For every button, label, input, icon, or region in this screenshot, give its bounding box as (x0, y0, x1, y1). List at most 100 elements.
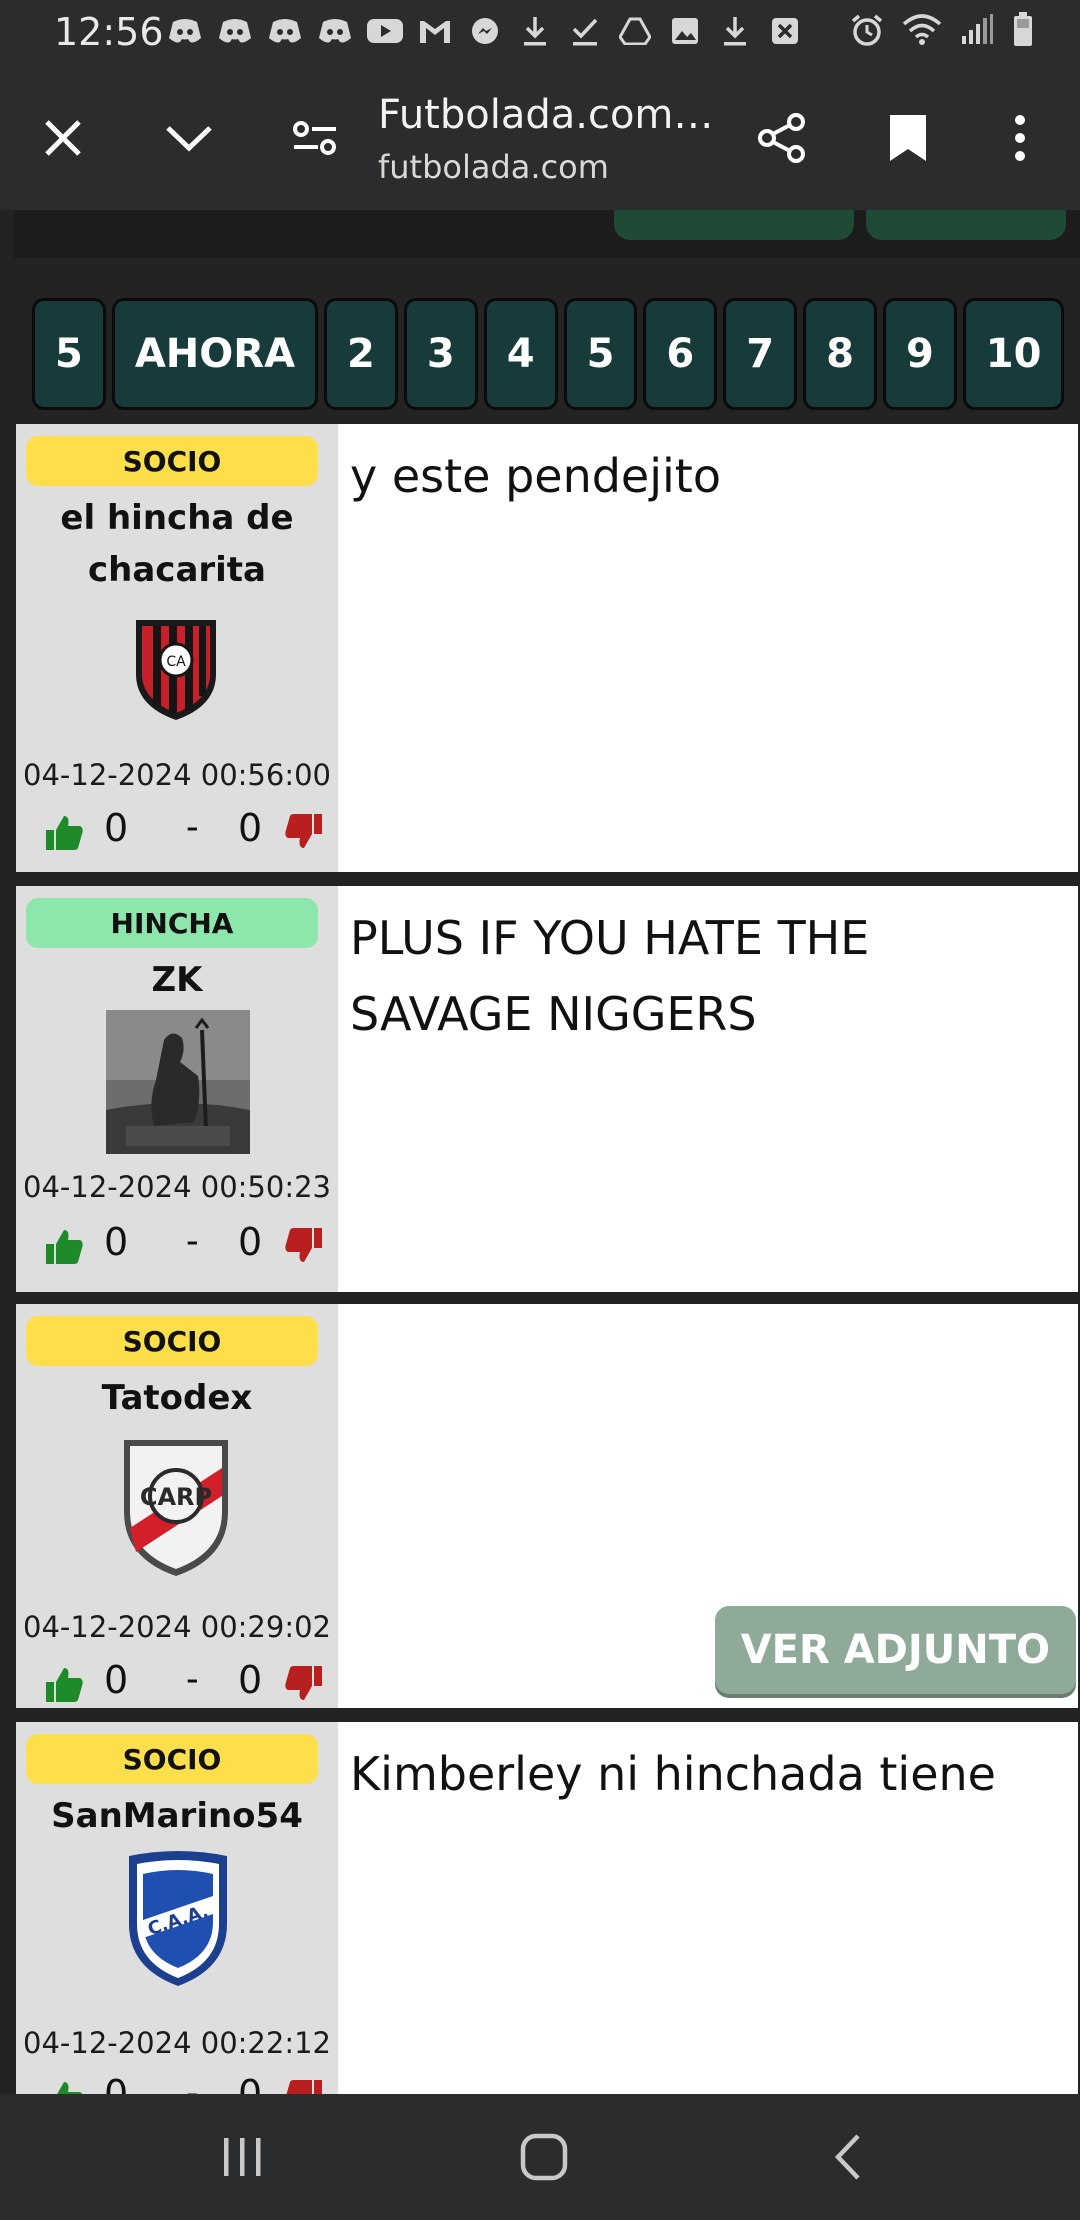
home-button[interactable] (504, 2124, 584, 2190)
share-button[interactable] (746, 102, 818, 174)
more-options-button[interactable] (984, 102, 1056, 174)
thumbs-up-icon[interactable] (44, 1664, 84, 1704)
drive-icon (616, 14, 654, 48)
avatar[interactable]: CA (126, 614, 226, 724)
discord-icon (316, 14, 354, 48)
svg-text:CARP: CARP (140, 1483, 212, 1511)
post-date: 04-12-2024 00:22:12 (23, 2026, 331, 2060)
avatar[interactable] (106, 1010, 250, 1154)
check-download-icon (566, 14, 604, 48)
browser-toolbar: Futbolada.com: Foro de fútbol futbolada.… (0, 66, 1080, 210)
dislike-count: 0 (238, 806, 263, 850)
share-icon (758, 113, 805, 163)
thumbs-up-icon[interactable] (44, 2078, 84, 2094)
username[interactable]: el hincha de chacarita (16, 492, 338, 596)
statue-photo-icon (106, 1010, 250, 1154)
dislike-count: 0 (238, 1658, 263, 1702)
top-section-edge (14, 210, 1080, 258)
forum-post: HINCHA ZK 04-12-2024 00:50:23 0 - 0 PLUS… (16, 886, 1078, 1292)
page-button-3[interactable]: 3 (403, 298, 478, 410)
vote-separator: - (186, 1658, 199, 1700)
page-button-7[interactable]: 7 (723, 298, 798, 410)
chacarita-crest-icon: CA (136, 620, 216, 720)
site-settings-icon (293, 121, 336, 155)
close-icon (45, 120, 81, 156)
post-author-panel: HINCHA ZK 04-12-2024 00:50:23 0 - 0 (16, 886, 338, 1292)
thumbs-up-icon[interactable] (44, 812, 84, 852)
page-button-ahora[interactable]: AHORA (111, 298, 319, 410)
alarm-icon (850, 13, 884, 52)
home-icon (520, 2133, 568, 2181)
post-text: Kimberley ni hinchada tiene (350, 1747, 996, 1801)
username[interactable]: ZK (16, 954, 338, 1006)
system-status-icons (850, 12, 1034, 53)
member-badge: SOCIO (26, 1316, 318, 1366)
thumbs-down-icon[interactable] (284, 2078, 324, 2094)
page-button-2[interactable]: 2 (324, 298, 398, 410)
username[interactable]: Tatodex (16, 1372, 338, 1424)
download-icon (516, 14, 554, 48)
vote-bar: 0 - 0 (44, 1658, 334, 1708)
partially-visible-button[interactable] (866, 210, 1066, 240)
back-button[interactable] (808, 2124, 888, 2190)
page-button-5b[interactable]: 5 (563, 298, 638, 410)
site-settings-button[interactable] (279, 102, 351, 174)
page-url[interactable]: futbolada.com (378, 148, 609, 186)
download-icon (716, 14, 754, 48)
vote-bar: 0 - 0 (44, 806, 334, 856)
vote-separator: - (186, 2072, 199, 2094)
partially-visible-button[interactable] (614, 210, 854, 240)
post-date: 04-12-2024 00:56:00 (23, 758, 331, 792)
like-count: 0 (104, 1220, 129, 1264)
page-title[interactable]: Futbolada.com: Foro de fútbol (378, 92, 718, 138)
post-text: PLUS IF YOU HATE THE SAVAGE NIGGERS (350, 911, 870, 1041)
avatar[interactable]: C.A.A. (122, 1850, 234, 1990)
like-count: 0 (104, 806, 129, 850)
username[interactable]: SanMarino54 (16, 1790, 338, 1842)
page-button-5[interactable]: 5 (32, 298, 106, 410)
thumbs-down-icon[interactable] (284, 1664, 324, 1704)
gmail-icon (416, 14, 454, 48)
avatar[interactable]: CARP (116, 1432, 236, 1580)
gallery-icon (666, 14, 704, 48)
thumbs-down-icon[interactable] (284, 812, 324, 852)
page-button-10[interactable]: 10 (962, 298, 1065, 410)
page-button-6[interactable]: 6 (643, 298, 718, 410)
dislike-count: 0 (238, 2072, 263, 2094)
bookmark-icon (890, 115, 926, 161)
post-date: 04-12-2024 00:50:23 (23, 1170, 331, 1204)
page-button-4[interactable]: 4 (483, 298, 558, 410)
dislike-count: 0 (238, 1220, 263, 1264)
view-attachment-button[interactable]: VER ADJUNTO (714, 1606, 1076, 1694)
page-button-9[interactable]: 9 (882, 298, 957, 410)
discord-icon (266, 14, 304, 48)
vote-bar: 0 - 0 (44, 1220, 334, 1270)
back-icon (834, 2134, 860, 2180)
chevron-down-icon (166, 126, 212, 152)
vote-bar: 0 - 0 (44, 2072, 334, 2094)
discord-icon (216, 14, 254, 48)
river-plate-crest-icon: CARP (124, 1440, 228, 1576)
bookmark-button[interactable] (872, 102, 944, 174)
system-nav-bar (0, 2094, 1080, 2220)
thumbs-down-icon[interactable] (284, 1226, 324, 1266)
like-count: 0 (104, 1658, 129, 1702)
like-count: 0 (104, 2072, 129, 2094)
page-button-8[interactable]: 8 (803, 298, 877, 410)
thumbs-up-icon[interactable] (44, 1226, 84, 1266)
signal-icon (960, 14, 994, 51)
vote-separator: - (186, 1220, 199, 1262)
close-tab-button[interactable] (27, 102, 99, 174)
youtube-icon (366, 14, 404, 48)
recents-icon (224, 2138, 261, 2176)
forum-post: SOCIO SanMarino54 C.A.A. 04-12-2024 00:2… (16, 1722, 1078, 2094)
recents-button[interactable] (203, 2124, 283, 2190)
minimize-button[interactable] (153, 102, 225, 174)
notification-icons (166, 14, 804, 48)
alvarado-crest-icon: C.A.A. (129, 1851, 227, 1986)
status-bar: 12:56 (0, 0, 1080, 66)
member-badge: HINCHA (26, 898, 318, 948)
post-author-panel: SOCIO Tatodex CARP 04-12-2024 00:29:02 0… (16, 1304, 338, 1708)
post-text: y este pendejito (350, 449, 721, 503)
post-author-panel: SOCIO el hincha de chacarita CA 04-12-20… (16, 424, 338, 872)
